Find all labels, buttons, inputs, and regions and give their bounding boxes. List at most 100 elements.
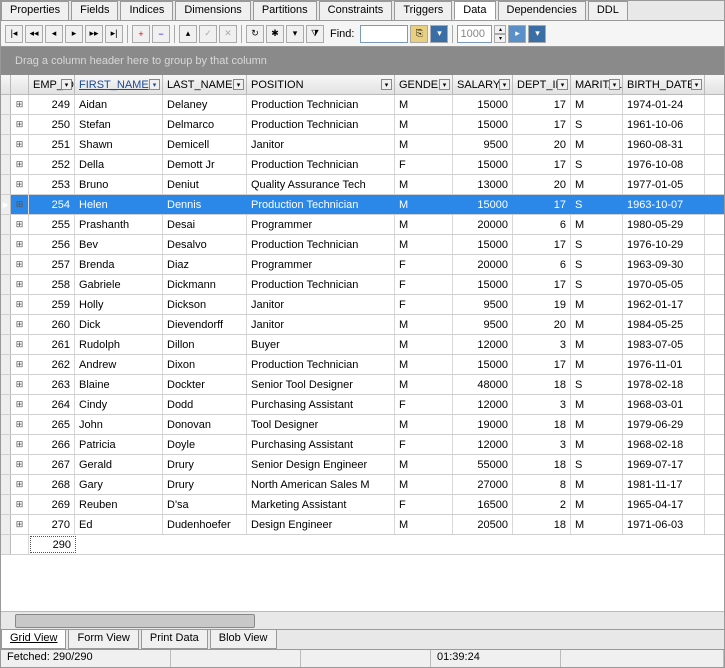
cell-last_name[interactable]: Dickmann	[163, 275, 247, 294]
column-header-position[interactable]: POSITION▾	[247, 75, 395, 94]
table-row[interactable]: ⊞264CindyDoddPurchasing AssistantF120003…	[1, 395, 724, 415]
column-header-gender[interactable]: GENDER▾	[395, 75, 453, 94]
cell-first_name[interactable]: Helen	[75, 195, 163, 214]
cell-gender[interactable]: M	[395, 475, 453, 494]
cell-birth_date[interactable]: 1963-09-30	[623, 255, 705, 274]
cell-birth_date[interactable]: 1974-01-24	[623, 95, 705, 114]
expand-row-button[interactable]: ⊞	[11, 95, 29, 114]
table-row[interactable]: ⊞260DickDievendorffJanitorM950020M1984-0…	[1, 315, 724, 335]
cell-dept_id[interactable]: 20	[513, 135, 571, 154]
tab-indices[interactable]: Indices	[120, 1, 173, 20]
cell-birth_date[interactable]: 1965-04-17	[623, 495, 705, 514]
cell-last_name[interactable]: Dockter	[163, 375, 247, 394]
column-header-dept_id[interactable]: DEPT_ID▾	[513, 75, 571, 94]
expand-row-button[interactable]: ⊞	[11, 275, 29, 294]
cell-last_name[interactable]: D'sa	[163, 495, 247, 514]
cell-first_name[interactable]: Reuben	[75, 495, 163, 514]
table-row[interactable]: ⊞256BevDesalvoProduction TechnicianM1500…	[1, 235, 724, 255]
expand-row-button[interactable]: ⊞	[11, 175, 29, 194]
cell-position[interactable]: Production Technician	[247, 355, 395, 374]
cell-gender[interactable]: M	[395, 335, 453, 354]
table-row[interactable]: ⊞261RudolphDillonBuyerM120003M1983-07-05	[1, 335, 724, 355]
find-input[interactable]	[360, 25, 408, 43]
column-filter-icon[interactable]: ▾	[691, 79, 702, 90]
cell-position[interactable]: Programmer	[247, 255, 395, 274]
expand-row-button[interactable]: ⊞	[11, 115, 29, 134]
expand-row-button[interactable]: ⊞	[11, 515, 29, 534]
fetch-dropdown-button[interactable]: ▾	[528, 25, 546, 43]
next-page-button[interactable]: ▸▸	[85, 25, 103, 43]
bookmark-button[interactable]: ✱	[266, 25, 284, 43]
cell-dept_id[interactable]: 18	[513, 415, 571, 434]
cell-dept_id[interactable]: 2	[513, 495, 571, 514]
column-header-first_name[interactable]: FIRST_NAME▾	[75, 75, 163, 94]
cell-gender[interactable]: M	[395, 235, 453, 254]
tab-form-view[interactable]: Form View	[68, 630, 138, 649]
cell-gender[interactable]: M	[395, 135, 453, 154]
cell-gender[interactable]: M	[395, 515, 453, 534]
cell-position[interactable]: Programmer	[247, 215, 395, 234]
expand-row-button[interactable]: ⊞	[11, 195, 29, 214]
cell-marital[interactable]: S	[571, 375, 623, 394]
cell-salary[interactable]: 19000	[453, 415, 513, 434]
cell-gender[interactable]: F	[395, 495, 453, 514]
cell-first_name[interactable]: Aidan	[75, 95, 163, 114]
cell-marital[interactable]: M	[571, 135, 623, 154]
edit-button[interactable]: ▴	[179, 25, 197, 43]
tab-blob-view[interactable]: Blob View	[210, 630, 277, 649]
cell-position[interactable]: Janitor	[247, 295, 395, 314]
table-row[interactable]: ⊞263BlaineDockterSenior Tool DesignerM48…	[1, 375, 724, 395]
cell-dept_id[interactable]: 3	[513, 395, 571, 414]
cell-dept_id[interactable]: 19	[513, 295, 571, 314]
expand-row-button[interactable]: ⊞	[11, 395, 29, 414]
cell-dept_id[interactable]: 17	[513, 195, 571, 214]
cell-position[interactable]: Production Technician	[247, 275, 395, 294]
table-row[interactable]: ⊞258GabrieleDickmannProduction Technicia…	[1, 275, 724, 295]
cell-birth_date[interactable]: 1970-05-05	[623, 275, 705, 294]
cell-last_name[interactable]: Donovan	[163, 415, 247, 434]
cell-first_name[interactable]: Gary	[75, 475, 163, 494]
cell-last_name[interactable]: Dudenhoefer	[163, 515, 247, 534]
cell-salary[interactable]: 15000	[453, 355, 513, 374]
cell-emp_id[interactable]: 256	[29, 235, 75, 254]
table-row[interactable]: ⊞255PrashanthDesaiProgrammerM200006M1980…	[1, 215, 724, 235]
cell-marital[interactable]: M	[571, 315, 623, 334]
cell-salary[interactable]: 15000	[453, 95, 513, 114]
cell-first_name[interactable]: Brenda	[75, 255, 163, 274]
cell-last_name[interactable]: Diaz	[163, 255, 247, 274]
cell-first_name[interactable]: Andrew	[75, 355, 163, 374]
find-options-button[interactable]: ⎘	[410, 25, 428, 43]
cell-first_name[interactable]: Bev	[75, 235, 163, 254]
cell-first_name[interactable]: Patricia	[75, 435, 163, 454]
cell-birth_date[interactable]: 1968-03-01	[623, 395, 705, 414]
cell-gender[interactable]: M	[395, 115, 453, 134]
cell-salary[interactable]: 27000	[453, 475, 513, 494]
spin-down-button[interactable]: ▾	[494, 34, 506, 43]
cell-first_name[interactable]: Shawn	[75, 135, 163, 154]
cell-marital[interactable]: S	[571, 255, 623, 274]
cell-last_name[interactable]: Dillon	[163, 335, 247, 354]
cell-dept_id[interactable]: 3	[513, 335, 571, 354]
cell-salary[interactable]: 15000	[453, 235, 513, 254]
cell-dept_id[interactable]: 18	[513, 515, 571, 534]
funnel-icon[interactable]: ⧩	[306, 25, 324, 43]
expand-row-button[interactable]: ⊞	[11, 235, 29, 254]
column-filter-icon[interactable]: ▾	[381, 79, 392, 90]
cell-first_name[interactable]: Della	[75, 155, 163, 174]
cell-birth_date[interactable]: 1977-01-05	[623, 175, 705, 194]
cell-first_name[interactable]: Rudolph	[75, 335, 163, 354]
cell-marital[interactable]: M	[571, 395, 623, 414]
cell-salary[interactable]: 12000	[453, 335, 513, 354]
cell-emp_id[interactable]: 257	[29, 255, 75, 274]
cell-marital[interactable]: M	[571, 435, 623, 454]
expand-row-button[interactable]: ⊞	[11, 315, 29, 334]
last-record-button[interactable]: ▸|	[105, 25, 123, 43]
next-record-button[interactable]: ▸	[65, 25, 83, 43]
insert-button[interactable]: +	[132, 25, 150, 43]
cell-salary[interactable]: 15000	[453, 195, 513, 214]
cell-marital[interactable]: M	[571, 95, 623, 114]
cell-marital[interactable]: M	[571, 355, 623, 374]
cell-position[interactable]: Marketing Assistant	[247, 495, 395, 514]
refresh-button[interactable]: ↻	[246, 25, 264, 43]
cell-marital[interactable]: M	[571, 415, 623, 434]
